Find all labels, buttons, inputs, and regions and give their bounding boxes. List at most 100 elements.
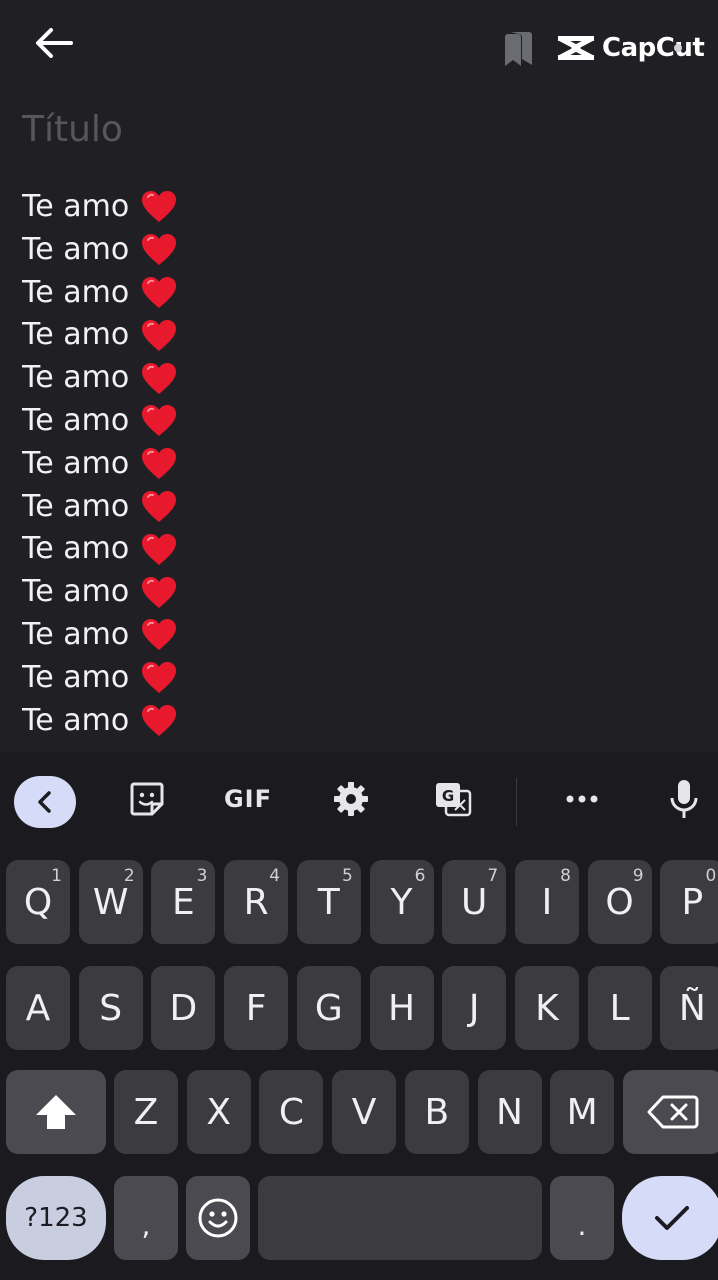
note-line-text: Te amo [22, 531, 130, 567]
symbols-key[interactable]: ?123 [6, 1176, 106, 1260]
key-label: C [278, 1091, 304, 1133]
key-label: M [566, 1091, 598, 1133]
top-bar: CapCut [0, 0, 718, 90]
red-heart-emoji [141, 447, 177, 481]
note-line-text: Te amo [22, 702, 130, 738]
overflow-dot-icon[interactable] [674, 44, 682, 52]
key-k[interactable]: K [514, 966, 579, 1050]
key-e[interactable]: E3 [151, 860, 216, 944]
key-u[interactable]: U7 [442, 860, 507, 944]
red-heart-emoji [141, 533, 177, 567]
translate-button[interactable]: G [430, 774, 476, 824]
key-label: T [317, 881, 340, 923]
note-line-text: Te amo [22, 616, 130, 652]
red-heart-emoji [141, 233, 177, 267]
gif-label: GIF [223, 785, 273, 813]
settings-button[interactable] [328, 774, 374, 824]
key-label: X [206, 1091, 232, 1133]
key-p[interactable]: P0 [660, 860, 718, 944]
back-button[interactable] [28, 22, 78, 64]
key-t[interactable]: T5 [296, 860, 361, 944]
sticker-icon [130, 782, 164, 816]
note-line: Te amo [22, 528, 702, 571]
key-o[interactable]: O9 [587, 860, 652, 944]
shift-key[interactable] [6, 1070, 106, 1154]
key-b[interactable]: B [404, 1070, 469, 1154]
backspace-key[interactable] [623, 1070, 718, 1154]
microphone-button[interactable] [662, 774, 706, 824]
key-label: Y [390, 881, 413, 923]
note-line-text: Te amo [22, 488, 130, 524]
key-ñ[interactable]: Ñ [660, 966, 718, 1050]
space-bar[interactable] [258, 1176, 542, 1260]
period-key[interactable]: . [550, 1176, 614, 1260]
note-line: Te amo [22, 186, 702, 229]
sticker-button[interactable] [124, 774, 170, 824]
key-g[interactable]: G [296, 966, 361, 1050]
key-h[interactable]: H [369, 966, 434, 1050]
note-line: Te amo [22, 272, 702, 315]
note-line: Te amo [22, 314, 702, 357]
note-line-text: Te amo [22, 231, 130, 267]
key-r[interactable]: R4 [224, 860, 289, 944]
key-s[interactable]: S [78, 966, 143, 1050]
key-n[interactable]: N [477, 1070, 542, 1154]
key-d[interactable]: D [151, 966, 216, 1050]
key-z[interactable]: Z [114, 1070, 178, 1154]
shift-icon [36, 1095, 76, 1129]
ellipsis-icon [566, 795, 598, 803]
key-number-hint: 8 [560, 866, 571, 886]
key-label: Ñ [678, 987, 706, 1029]
key-label: K [535, 987, 559, 1029]
gear-icon [334, 782, 368, 816]
note-line-text: Te amo [22, 317, 130, 353]
key-number-hint: 7 [487, 866, 499, 886]
key-x[interactable]: X [186, 1070, 251, 1154]
key-i[interactable]: I8 [514, 860, 579, 944]
key-number-hint: 0 [705, 866, 717, 886]
enter-key[interactable] [622, 1176, 718, 1260]
key-j[interactable]: J [442, 966, 507, 1050]
key-number-hint: 9 [632, 866, 644, 886]
key-label: J [468, 987, 480, 1029]
red-heart-emoji [141, 576, 177, 610]
emoji-key[interactable] [186, 1176, 250, 1260]
note-body[interactable]: Te amo Te amo Te amo Te amo Te amo Te amo Te a… [22, 186, 702, 752]
note-line: Te amo [22, 486, 702, 529]
key-label: B [424, 1091, 450, 1133]
more-button[interactable] [560, 774, 604, 824]
title-field[interactable] [22, 104, 682, 154]
note-line-text: Te amo [22, 189, 130, 224]
key-number-hint: 3 [196, 866, 208, 886]
key-a[interactable]: A [6, 966, 70, 1050]
smiley-icon [198, 1198, 238, 1238]
translate-icon: G [436, 783, 472, 817]
red-heart-emoji [141, 404, 177, 438]
svg-text:G: G [442, 787, 454, 805]
red-heart-emoji [141, 618, 177, 652]
keyboard: GIF G Q 1 W 2 E 3 R 4 T 5 Y 6 U 7 I 8 O … [0, 752, 718, 1280]
key-c[interactable]: C [259, 1070, 324, 1154]
key-m[interactable]: M [550, 1070, 615, 1154]
key-label: D [169, 987, 198, 1029]
backspace-icon [647, 1095, 699, 1129]
key-w[interactable]: W2 [78, 860, 143, 944]
key-f[interactable]: F [224, 966, 289, 1050]
capcut-watermark: CapCut [556, 26, 705, 70]
red-heart-emoji [141, 490, 177, 524]
gif-button[interactable]: GIF [220, 774, 276, 824]
key-label: G [314, 987, 343, 1029]
note-line-text: Te amo [22, 274, 130, 310]
note-line-text: Te amo [22, 659, 130, 695]
key-l[interactable]: L [587, 966, 652, 1050]
keyboard-toolbar: GIF G [0, 752, 718, 848]
key-v[interactable]: V [332, 1070, 397, 1154]
key-label: U [461, 881, 488, 923]
key-q[interactable]: Q1 [6, 860, 70, 944]
note-line: Te amo [22, 614, 702, 657]
collapse-toolbar-button[interactable] [14, 776, 76, 828]
bookmark-button[interactable] [498, 28, 538, 68]
comma-key[interactable]: , [114, 1176, 178, 1260]
key-y[interactable]: Y6 [369, 860, 434, 944]
note-line-text: Te amo [22, 445, 130, 481]
